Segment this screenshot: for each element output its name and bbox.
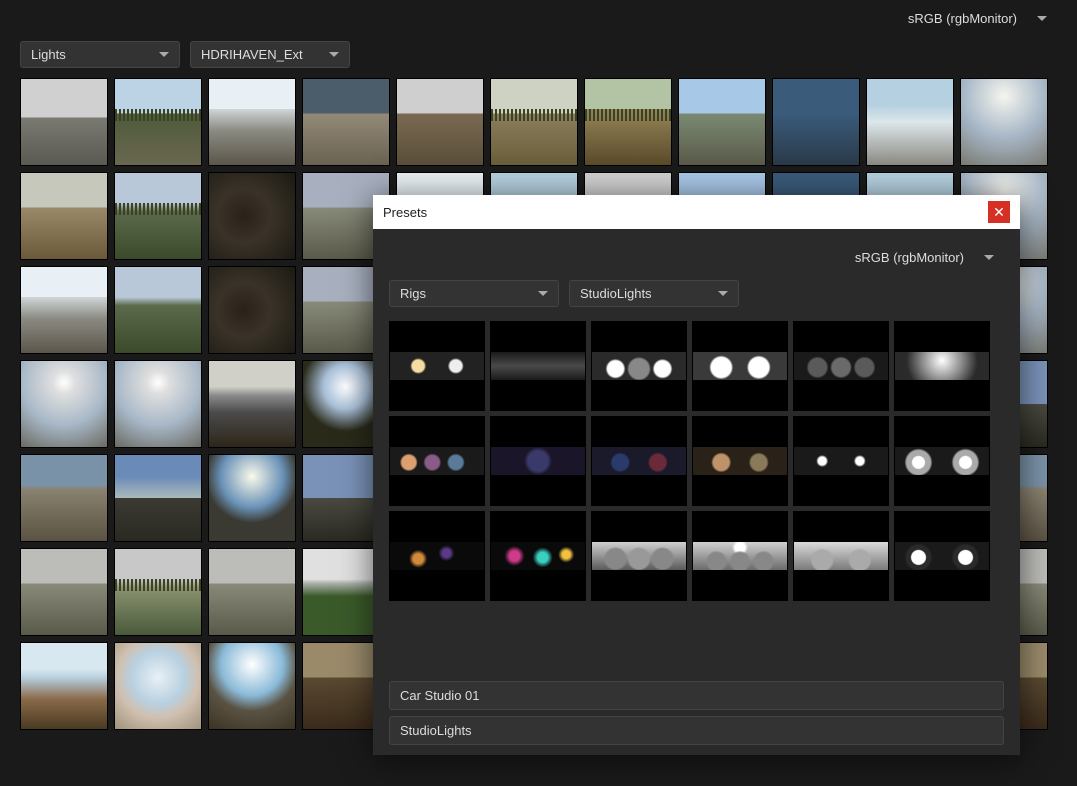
studio-thumb[interactable] xyxy=(692,416,788,506)
rigs-label: Rigs xyxy=(400,286,426,301)
studio-thumb[interactable] xyxy=(793,321,889,411)
hdri-thumb[interactable] xyxy=(114,360,202,448)
rigs-dropdown[interactable]: Rigs xyxy=(389,280,559,307)
hdri-thumb[interactable] xyxy=(866,78,954,166)
studio-thumb[interactable] xyxy=(692,511,788,601)
hdri-thumb[interactable] xyxy=(20,360,108,448)
studio-thumb[interactable] xyxy=(591,416,687,506)
hdri-thumb[interactable] xyxy=(678,78,766,166)
studio-thumb[interactable] xyxy=(389,321,485,411)
hdri-thumb[interactable] xyxy=(20,266,108,354)
chevron-down-icon xyxy=(984,255,994,260)
hdri-thumb[interactable] xyxy=(208,78,296,166)
chevron-down-icon xyxy=(538,291,548,296)
hdri-thumb[interactable] xyxy=(114,642,202,730)
preset-field-name[interactable]: Car Studio 01 xyxy=(389,681,1004,710)
close-button[interactable]: ✕ xyxy=(988,201,1010,223)
hdri-thumb[interactable] xyxy=(20,548,108,636)
hdri-thumb[interactable] xyxy=(208,266,296,354)
hdri-thumb[interactable] xyxy=(490,78,578,166)
close-icon: ✕ xyxy=(993,204,1005,221)
hdri-thumb[interactable] xyxy=(114,454,202,542)
hdri-thumb[interactable] xyxy=(114,548,202,636)
studio-thumb[interactable] xyxy=(490,321,586,411)
hdri-thumb[interactable] xyxy=(114,172,202,260)
hdri-thumb[interactable] xyxy=(114,78,202,166)
presets-dialog: Presets ✕ sRGB (rgbMonitor) Rigs StudioL… xyxy=(373,195,1020,755)
dialog-title: Presets xyxy=(383,205,427,220)
studiolights-dropdown[interactable]: StudioLights xyxy=(569,280,739,307)
overlay-colorspace-dropdown[interactable]: sRGB (rgbMonitor) xyxy=(824,245,1004,270)
studio-thumb[interactable] xyxy=(894,416,990,506)
studio-thumb[interactable] xyxy=(490,416,586,506)
colorspace-dropdown[interactable]: sRGB (rgbMonitor) xyxy=(877,6,1057,31)
hdri-thumb[interactable] xyxy=(208,642,296,730)
category-label: Lights xyxy=(31,47,66,62)
studio-grid xyxy=(389,321,1004,601)
chevron-down-icon xyxy=(159,52,169,57)
dialog-titlebar: Presets ✕ xyxy=(373,195,1020,229)
hdri-thumb[interactable] xyxy=(302,78,390,166)
hdri-thumb[interactable] xyxy=(20,78,108,166)
hdri-thumb[interactable] xyxy=(960,78,1048,166)
hdri-thumb[interactable] xyxy=(396,78,484,166)
hdri-thumb[interactable] xyxy=(584,78,672,166)
chevron-down-icon xyxy=(1037,16,1047,21)
hdri-thumb[interactable] xyxy=(208,454,296,542)
chevron-down-icon xyxy=(329,52,339,57)
category-dropdown[interactable]: Lights xyxy=(20,41,180,68)
studio-thumb[interactable] xyxy=(894,321,990,411)
hdri-thumb[interactable] xyxy=(20,642,108,730)
hdri-thumb[interactable] xyxy=(20,454,108,542)
hdri-thumb[interactable] xyxy=(114,266,202,354)
studio-thumb[interactable] xyxy=(793,416,889,506)
studio-thumb[interactable] xyxy=(591,511,687,601)
colorspace-label: sRGB (rgbMonitor) xyxy=(908,11,1017,26)
hdri-thumb[interactable] xyxy=(208,172,296,260)
hdri-thumb[interactable] xyxy=(208,360,296,448)
overlay-colorspace-label: sRGB (rgbMonitor) xyxy=(855,250,964,265)
hdri-thumb[interactable] xyxy=(208,548,296,636)
studio-thumb[interactable] xyxy=(894,511,990,601)
studio-thumb[interactable] xyxy=(389,511,485,601)
studio-thumb[interactable] xyxy=(793,511,889,601)
preset-field-collection[interactable]: StudioLights xyxy=(389,716,1004,745)
chevron-down-icon xyxy=(718,291,728,296)
studiolights-label: StudioLights xyxy=(580,286,652,301)
collection-dropdown[interactable]: HDRIHAVEN_Ext xyxy=(190,41,350,68)
studio-thumb[interactable] xyxy=(389,416,485,506)
hdri-thumb[interactable] xyxy=(20,172,108,260)
studio-thumb[interactable] xyxy=(692,321,788,411)
hdri-thumb[interactable] xyxy=(772,78,860,166)
collection-label: HDRIHAVEN_Ext xyxy=(201,47,303,62)
studio-thumb[interactable] xyxy=(591,321,687,411)
studio-thumb[interactable] xyxy=(490,511,586,601)
